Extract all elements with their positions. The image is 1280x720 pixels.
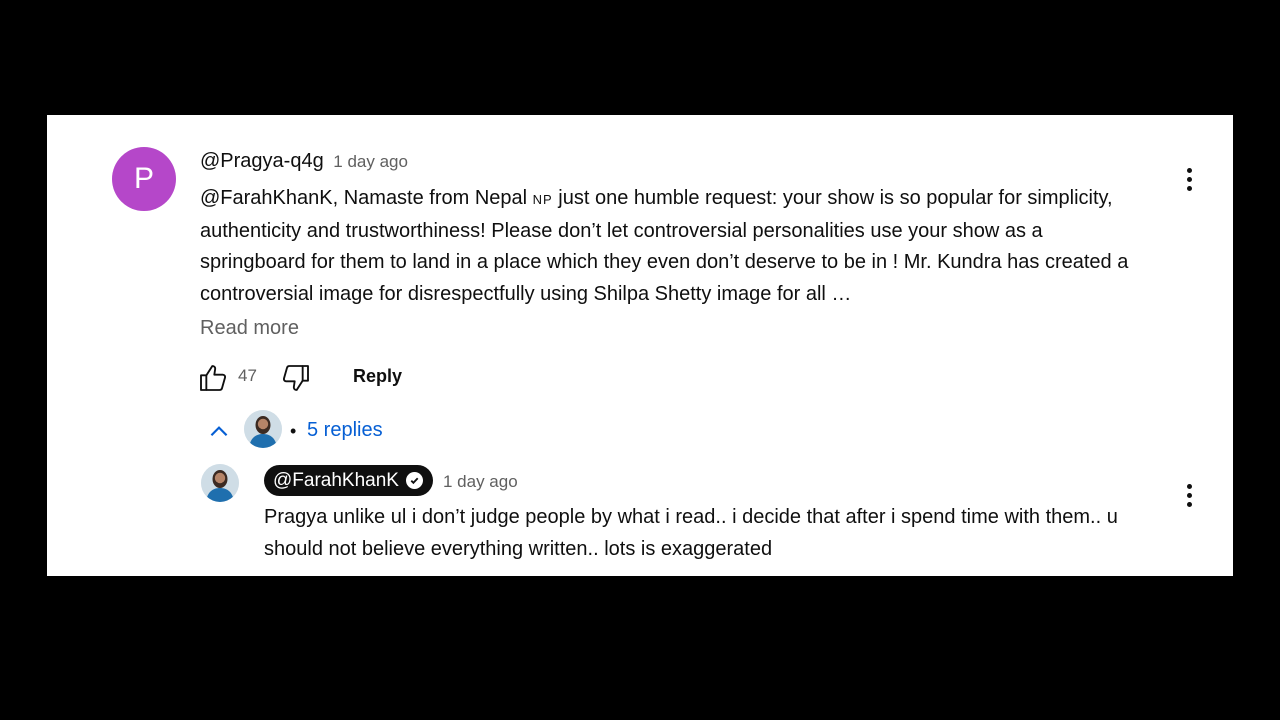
thumbs-up-icon [200,365,227,391]
comment-header: @Pragya-q4g 1 day ago [200,150,408,173]
avatar-letter: P [133,162,154,195]
comment-time[interactable]: 1 day ago [333,152,408,171]
replier-avatar [244,410,282,448]
reply-author: @FarahKhanK [273,469,399,491]
thumbs-down-icon [282,365,309,391]
dislike-button[interactable] [279,361,313,395]
comment-text: @FarahKhanK, Namaste from Nepal NP just … [200,183,1140,310]
reply-time[interactable]: 1 day ago [443,472,518,492]
comment-author[interactable]: @Pragya-q4g [200,150,324,172]
more-vert-icon[interactable] [1177,163,1201,195]
reply-more-vert-icon[interactable] [1177,479,1201,511]
author-avatar[interactable]: P [112,147,176,211]
replies-separator: • [290,421,297,441]
reply-text: Pragya unlike ul i don’t judge people by… [264,506,1118,560]
comment-thread: P @Pragya-q4g 1 day ago @FarahKhanK, Nam… [47,115,1233,576]
comment-text-start: @FarahKhanK, Namaste from Nepal [200,187,533,209]
channel-owner-badge[interactable]: @FarahKhanK [264,465,433,496]
like-button[interactable] [196,361,230,395]
replies-count-link[interactable]: 5 replies [307,419,383,442]
collapse-replies-button[interactable] [205,418,233,446]
chevron-up-icon [210,426,228,437]
reply-author-avatar[interactable] [201,464,239,502]
verified-check-icon [405,472,423,489]
nepal-flag: NP [532,192,553,207]
reply-button[interactable]: Reply [353,366,402,387]
like-count: 47 [238,366,257,385]
read-more-button[interactable]: Read more [200,317,299,340]
